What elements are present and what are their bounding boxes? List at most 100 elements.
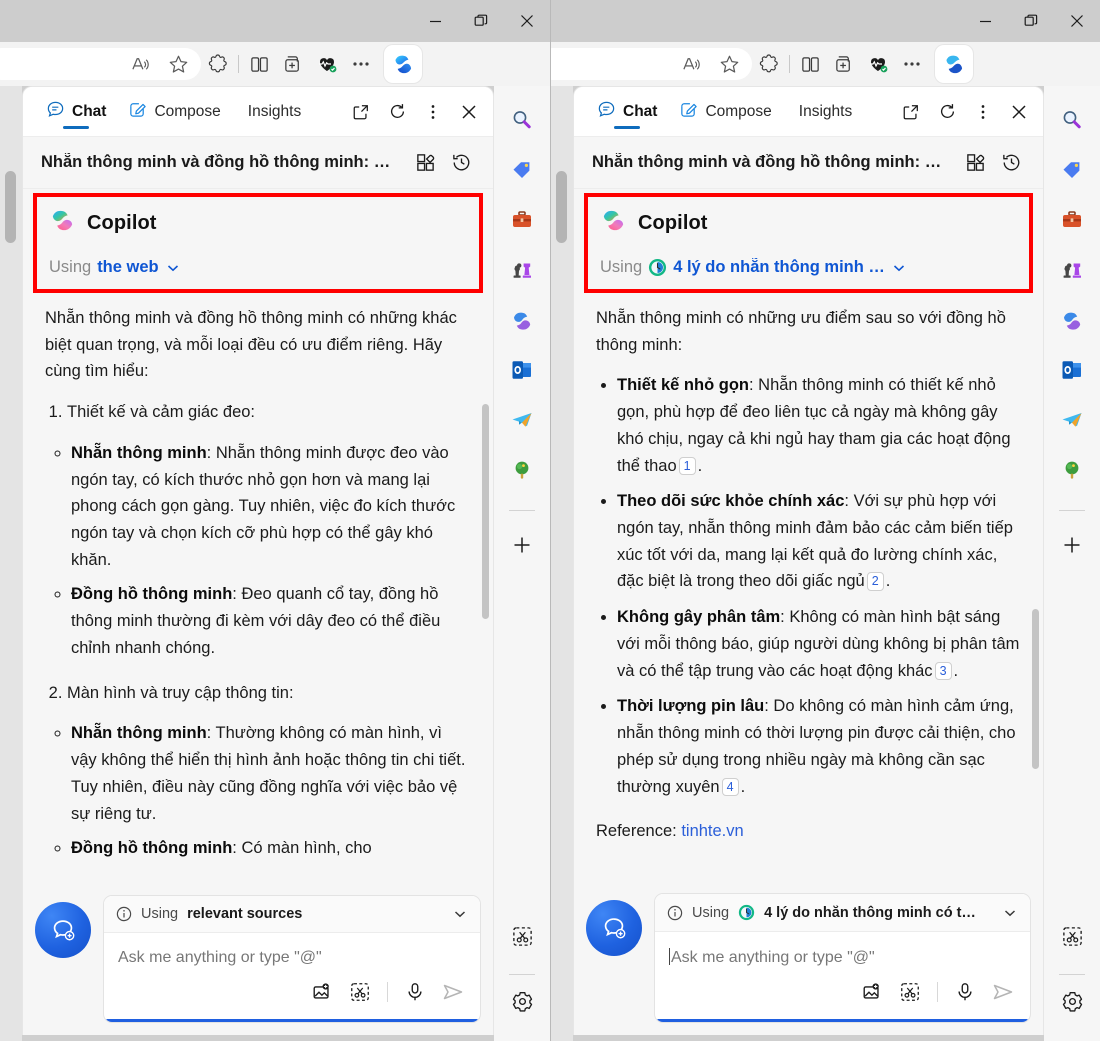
refresh-icon[interactable] — [929, 94, 965, 130]
split-screen-icon[interactable] — [793, 48, 827, 80]
split-screen-icon[interactable] — [242, 48, 276, 80]
reference-link[interactable]: tinhte.vn — [681, 822, 743, 840]
settings-gear-icon[interactable] — [502, 981, 542, 1021]
address-bar-tail[interactable] — [0, 48, 201, 80]
new-chat-button[interactable] — [586, 900, 642, 956]
tab-compose[interactable]: Compose — [117, 88, 231, 136]
outlook-icon[interactable] — [502, 350, 542, 390]
address-bar-tail[interactable] — [551, 48, 752, 80]
composer-source-value[interactable]: relevant sources — [187, 906, 302, 922]
close-icon[interactable] — [1054, 5, 1100, 37]
send-icon[interactable] — [436, 975, 470, 1009]
message-input-right[interactable]: Ask me anything or type "@" — [655, 932, 1030, 971]
snip-icon[interactable] — [893, 975, 927, 1009]
restore-icon[interactable] — [458, 5, 504, 37]
tab-chat[interactable]: Chat — [35, 88, 117, 136]
restore-icon[interactable] — [1008, 5, 1054, 37]
panel-close-icon[interactable] — [451, 94, 487, 130]
outlook-icon[interactable] — [1052, 350, 1092, 390]
close-icon[interactable] — [504, 5, 550, 37]
citation-badge[interactable]: 2 — [866, 572, 884, 591]
open-in-new-icon[interactable] — [343, 94, 379, 130]
star-icon[interactable] — [161, 48, 195, 80]
chevron-down-icon[interactable] — [891, 260, 907, 276]
add-sidebar-app-button[interactable] — [1052, 525, 1092, 565]
apps-plugin-icon[interactable] — [957, 145, 993, 181]
more-vertical-icon[interactable] — [415, 94, 451, 130]
telegram-icon[interactable] — [502, 400, 542, 440]
message-input-left[interactable]: Ask me anything or type "@" — [104, 933, 480, 971]
send-icon[interactable] — [986, 975, 1020, 1009]
chevron-down-icon[interactable] — [1002, 905, 1018, 921]
microphone-icon[interactable] — [948, 975, 982, 1009]
chess-icon[interactable] — [502, 250, 542, 290]
message-scrollbar[interactable] — [482, 404, 489, 619]
scrollbar-thumb[interactable] — [482, 404, 489, 619]
tab-insights[interactable]: Insights — [232, 88, 312, 136]
microsoft365-icon[interactable] — [1052, 300, 1092, 340]
extensions-icon[interactable] — [201, 48, 235, 80]
tag-icon[interactable] — [1052, 150, 1092, 190]
citation-badge[interactable]: 3 — [934, 661, 952, 680]
add-sidebar-app-button[interactable] — [502, 525, 542, 565]
tab-chat[interactable]: Chat — [586, 88, 668, 136]
window-scrollbar[interactable] — [0, 86, 22, 1041]
panel-close-icon[interactable] — [1001, 94, 1037, 130]
history-icon[interactable] — [993, 145, 1029, 181]
snip-icon[interactable] — [502, 916, 542, 956]
more-options-icon[interactable] — [895, 48, 929, 80]
citation-badge[interactable]: 4 — [721, 777, 739, 796]
snip-icon[interactable] — [1052, 916, 1092, 956]
briefcase-icon[interactable] — [1052, 200, 1092, 240]
scrollbar-thumb[interactable] — [1032, 609, 1039, 769]
new-chat-button[interactable] — [35, 902, 91, 958]
copilot-icon[interactable] — [935, 45, 973, 83]
search-icon[interactable] — [1052, 100, 1092, 140]
history-icon[interactable] — [443, 145, 479, 181]
copilot-icon[interactable] — [384, 45, 422, 83]
tree-icon[interactable] — [1052, 450, 1092, 490]
extensions-icon[interactable] — [752, 48, 786, 80]
apps-plugin-icon[interactable] — [407, 145, 443, 181]
scrollbar-thumb[interactable] — [5, 171, 16, 243]
add-image-icon[interactable] — [305, 975, 339, 1009]
tab-compose[interactable]: Compose — [668, 88, 782, 136]
composer-source-row[interactable]: Using 4 lý do nhẵn thông minh có t… — [655, 894, 1030, 932]
message-list-left[interactable]: Copilot Using the web Nhẵn thông minh và… — [23, 189, 493, 885]
using-value[interactable]: 4 lý do nhẵn thông minh … — [673, 258, 885, 277]
microphone-icon[interactable] — [398, 975, 432, 1009]
scrollbar-thumb[interactable] — [556, 171, 567, 243]
star-icon[interactable] — [712, 48, 746, 80]
using-value[interactable]: the web — [97, 258, 158, 277]
message-list-right[interactable]: Copilot Using 4 lý do nhẵn thông minh … — [574, 189, 1043, 883]
read-aloud-icon[interactable] — [674, 48, 708, 80]
browser-essentials-icon[interactable] — [310, 48, 344, 80]
settings-gear-icon[interactable] — [1052, 981, 1092, 1021]
add-image-icon[interactable] — [855, 975, 889, 1009]
browser-essentials-icon[interactable] — [861, 48, 895, 80]
telegram-icon[interactable] — [1052, 400, 1092, 440]
chevron-down-icon[interactable] — [165, 260, 181, 276]
minimize-icon[interactable] — [962, 5, 1008, 37]
search-icon[interactable] — [502, 100, 542, 140]
briefcase-icon[interactable] — [502, 200, 542, 240]
refresh-icon[interactable] — [379, 94, 415, 130]
citation-badge[interactable]: 1 — [678, 456, 696, 475]
microsoft365-icon[interactable] — [502, 300, 542, 340]
read-aloud-icon[interactable] — [123, 48, 157, 80]
composer-source-row[interactable]: Using relevant sources — [104, 896, 480, 933]
chess-icon[interactable] — [1052, 250, 1092, 290]
more-vertical-icon[interactable] — [965, 94, 1001, 130]
minimize-icon[interactable] — [412, 5, 458, 37]
collections-icon[interactable] — [827, 48, 861, 80]
snip-icon[interactable] — [343, 975, 377, 1009]
message-scrollbar[interactable] — [1032, 609, 1039, 769]
composer-source-value[interactable]: 4 lý do nhẵn thông minh có t… — [764, 905, 976, 921]
tree-icon[interactable] — [502, 450, 542, 490]
open-in-new-icon[interactable] — [893, 94, 929, 130]
using-source-row[interactable]: Using the web — [49, 258, 467, 277]
chevron-down-icon[interactable] — [452, 906, 468, 922]
collections-icon[interactable] — [276, 48, 310, 80]
more-options-icon[interactable] — [344, 48, 378, 80]
tab-insights[interactable]: Insights — [783, 88, 863, 136]
